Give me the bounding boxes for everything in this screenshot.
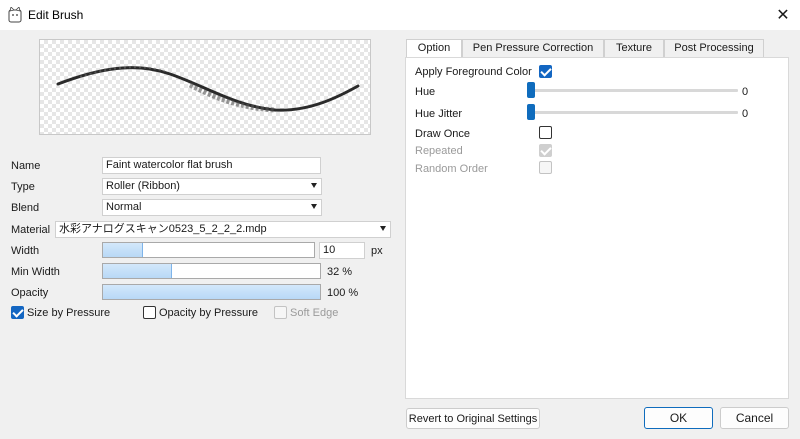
chevron-down-icon xyxy=(311,183,317,188)
apply-fg-label: Apply Foreground Color xyxy=(415,66,532,78)
hue-jitter-slider-track[interactable] xyxy=(527,111,738,114)
width-bar-fill xyxy=(103,243,144,257)
size-by-pressure-checkbox[interactable] xyxy=(11,306,24,319)
opacity-label: Opacity xyxy=(11,287,49,299)
soft-edge-label: Soft Edge xyxy=(290,307,339,319)
type-select[interactable]: Roller (Ribbon) xyxy=(102,178,322,195)
blend-select[interactable]: Normal xyxy=(102,199,322,216)
blend-select-value: Normal xyxy=(106,201,142,213)
material-label: Material xyxy=(11,224,51,236)
hue-jitter-value: 0 xyxy=(742,108,749,120)
soft-edge-checkbox[interactable] xyxy=(274,306,287,319)
hue-jitter-slider-thumb[interactable] xyxy=(527,104,535,120)
name-label: Name xyxy=(11,160,41,172)
ok-button[interactable]: OK xyxy=(644,407,713,429)
tab-pen-pressure-correction[interactable]: Pen Pressure Correction xyxy=(462,39,604,58)
min-width-bar-fill xyxy=(103,264,173,278)
opacity-by-pressure-label: Opacity by Pressure xyxy=(159,307,259,319)
width-unit: px xyxy=(371,245,383,257)
opacity-value: 100 % xyxy=(327,287,359,299)
size-by-pressure-label: Size by Pressure xyxy=(27,307,111,319)
hue-slider-track[interactable] xyxy=(527,89,738,92)
random-order-label: Random Order xyxy=(415,163,488,175)
material-select-value: 水彩アナログスキャン0523_5_2_2_2.mdp xyxy=(59,223,267,235)
hue-label: Hue xyxy=(415,86,436,98)
tab-texture[interactable]: Texture xyxy=(604,39,664,58)
type-select-value: Roller (Ribbon) xyxy=(106,180,180,192)
revert-button[interactable]: Revert to Original Settings xyxy=(406,408,540,429)
cat-app-icon xyxy=(8,7,22,23)
chevron-down-icon xyxy=(311,204,317,209)
brush-preview xyxy=(39,39,371,135)
random-order-checkbox[interactable] xyxy=(539,161,552,174)
repeated-label: Repeated xyxy=(415,145,463,157)
draw-once-checkbox[interactable] xyxy=(539,126,552,139)
close-button[interactable]: ✕ xyxy=(770,3,796,27)
close-icon: ✕ xyxy=(776,7,790,24)
opacity-bar-fill xyxy=(103,285,320,299)
blend-label: Blend xyxy=(11,202,40,214)
min-width-value: 32 % xyxy=(327,266,353,278)
tab-option[interactable]: Option xyxy=(406,39,462,59)
hue-jitter-label: Hue Jitter xyxy=(415,108,463,120)
type-label: Type xyxy=(11,181,35,193)
draw-once-label: Draw Once xyxy=(415,128,471,140)
min-width-label: Min Width xyxy=(11,266,60,278)
window-title: Edit Brush xyxy=(28,8,84,22)
width-bar[interactable] xyxy=(102,242,315,258)
name-input[interactable]: Faint watercolor flat brush xyxy=(102,157,321,174)
min-width-bar[interactable] xyxy=(102,263,321,279)
opacity-bar[interactable] xyxy=(102,284,321,300)
cancel-button[interactable]: Cancel xyxy=(720,407,789,429)
width-label: Width xyxy=(11,245,40,257)
repeated-checkbox[interactable] xyxy=(539,144,552,157)
option-panel xyxy=(405,57,789,399)
chevron-down-icon xyxy=(380,226,386,231)
brush-stroke-preview xyxy=(56,66,360,113)
hue-slider-thumb[interactable] xyxy=(527,82,535,98)
apply-fg-checkbox[interactable] xyxy=(539,65,552,78)
tab-post-processing[interactable]: Post Processing xyxy=(664,39,764,58)
width-input[interactable]: 10 xyxy=(319,242,365,259)
title-bar: Edit Brush ✕ xyxy=(0,0,800,30)
opacity-by-pressure-checkbox[interactable] xyxy=(143,306,156,319)
hue-value: 0 xyxy=(742,86,749,98)
material-select[interactable]: 水彩アナログスキャン0523_5_2_2_2.mdp xyxy=(55,221,391,238)
